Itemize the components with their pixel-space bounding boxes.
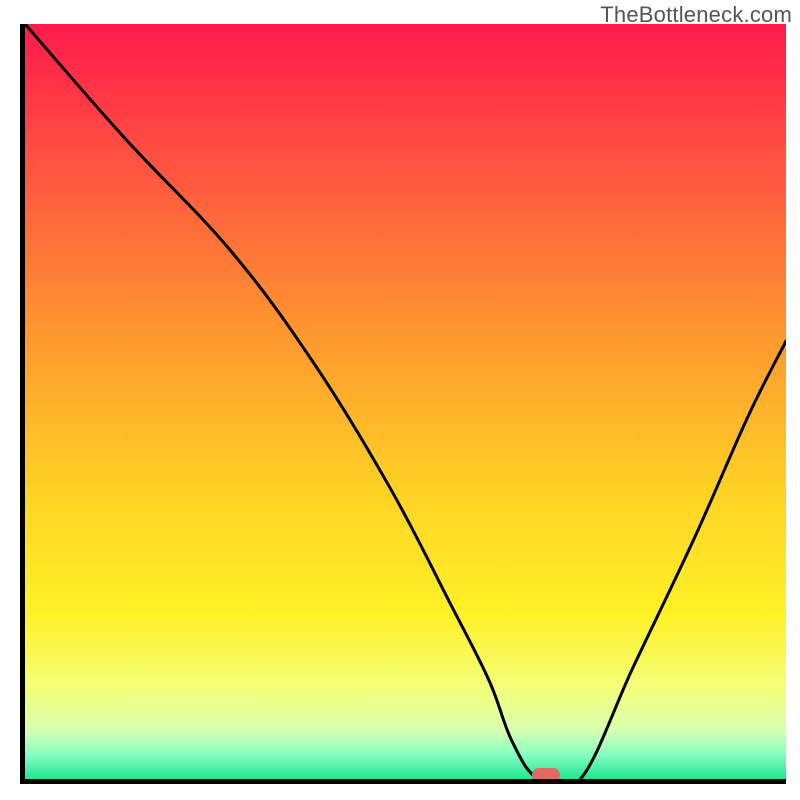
watermark-text: TheBottleneck.com	[600, 2, 792, 28]
minimum-marker	[532, 768, 560, 782]
chart-container: TheBottleneck.com	[0, 0, 800, 800]
background-gradient	[25, 24, 786, 779]
plot-area	[20, 24, 786, 784]
